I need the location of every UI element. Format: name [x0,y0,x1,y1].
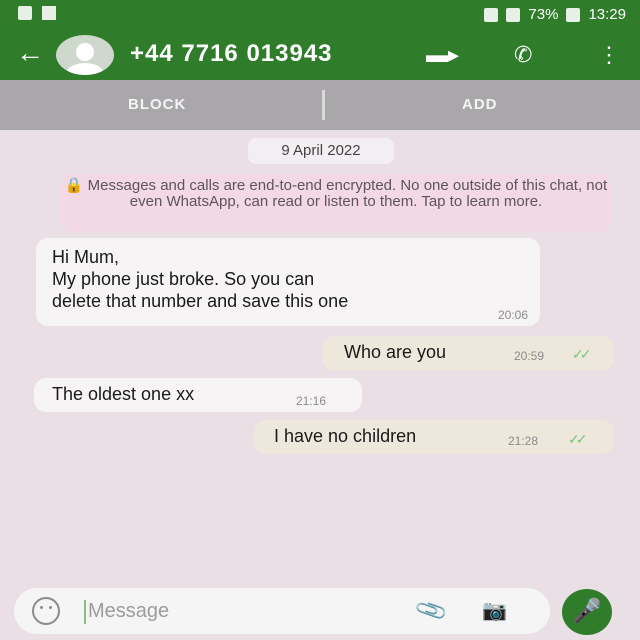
text-caret [84,600,86,624]
add-button[interactable]: ADD [462,96,498,113]
message-incoming[interactable]: The oldest one xx 21:16 [34,378,362,412]
camera-icon[interactable]: 📷 [482,598,507,623]
mic-icon: 🎤 [572,598,602,625]
video-call-icon[interactable]: ▬▸ [426,42,459,68]
message-text: Hi Mum, My phone just broke. So you can … [52,246,348,312]
date-chip: 9 April 2022 [248,138,394,164]
contact-name[interactable]: +44 7716 013943 [130,40,333,68]
double-tick-icon: ✓✓ [568,431,588,447]
battery-level: 73% [528,6,559,23]
block-button[interactable]: BLOCK [128,96,186,113]
message-time: 21:28 [508,434,539,448]
signal-icon [484,7,499,22]
emoji-icon[interactable] [32,597,60,625]
message-line: My phone just broke. So you can [52,269,315,289]
message-line: Hi Mum, [52,247,119,267]
message-composer: Message 📎 📷 [14,588,550,634]
more-options-icon[interactable]: ⋮ [598,42,620,68]
image-icon [18,6,32,20]
message-time: 20:06 [497,308,528,322]
avatar-head [76,43,94,61]
avatar[interactable] [56,35,114,75]
battery-icon [566,7,581,22]
message-text: The oldest one xx [52,384,195,404]
message-time: 21:16 [296,394,327,408]
action-divider [322,90,325,120]
message-time: 20:59 [514,349,545,363]
clock: 13:29 [588,6,626,23]
status-bar: 73% 13:29 [0,0,640,30]
wifi-icon [506,7,521,22]
message-text: Who are you [344,342,447,362]
message-input[interactable]: Message [88,600,169,623]
back-arrow-icon[interactable]: ← [16,38,44,68]
message-text: I have no children [274,426,417,446]
warning-icon [42,6,56,20]
encryption-notice[interactable]: 🔒 Messages and calls are end-to-end encr… [62,174,610,232]
paperclip-icon[interactable]: 📎 [413,593,450,629]
double-tick-icon: ✓✓ [572,346,592,362]
avatar-body [66,63,104,75]
message-incoming[interactable]: Hi Mum, My phone just broke. So you can … [36,238,540,326]
phone-icon[interactable]: ✆ [514,42,532,68]
mic-button[interactable]: 🎤 [562,589,612,635]
chat-header: ← +44 7716 013943 ▬▸ ✆ ⋮ [0,30,640,80]
message-line: delete that number and save this one [52,291,349,311]
message-outgoing[interactable]: Who are you 20:59 ✓✓ [322,336,614,370]
message-outgoing[interactable]: I have no children 21:28 ✓✓ [254,420,614,454]
action-bar: BLOCK ADD [0,80,640,130]
